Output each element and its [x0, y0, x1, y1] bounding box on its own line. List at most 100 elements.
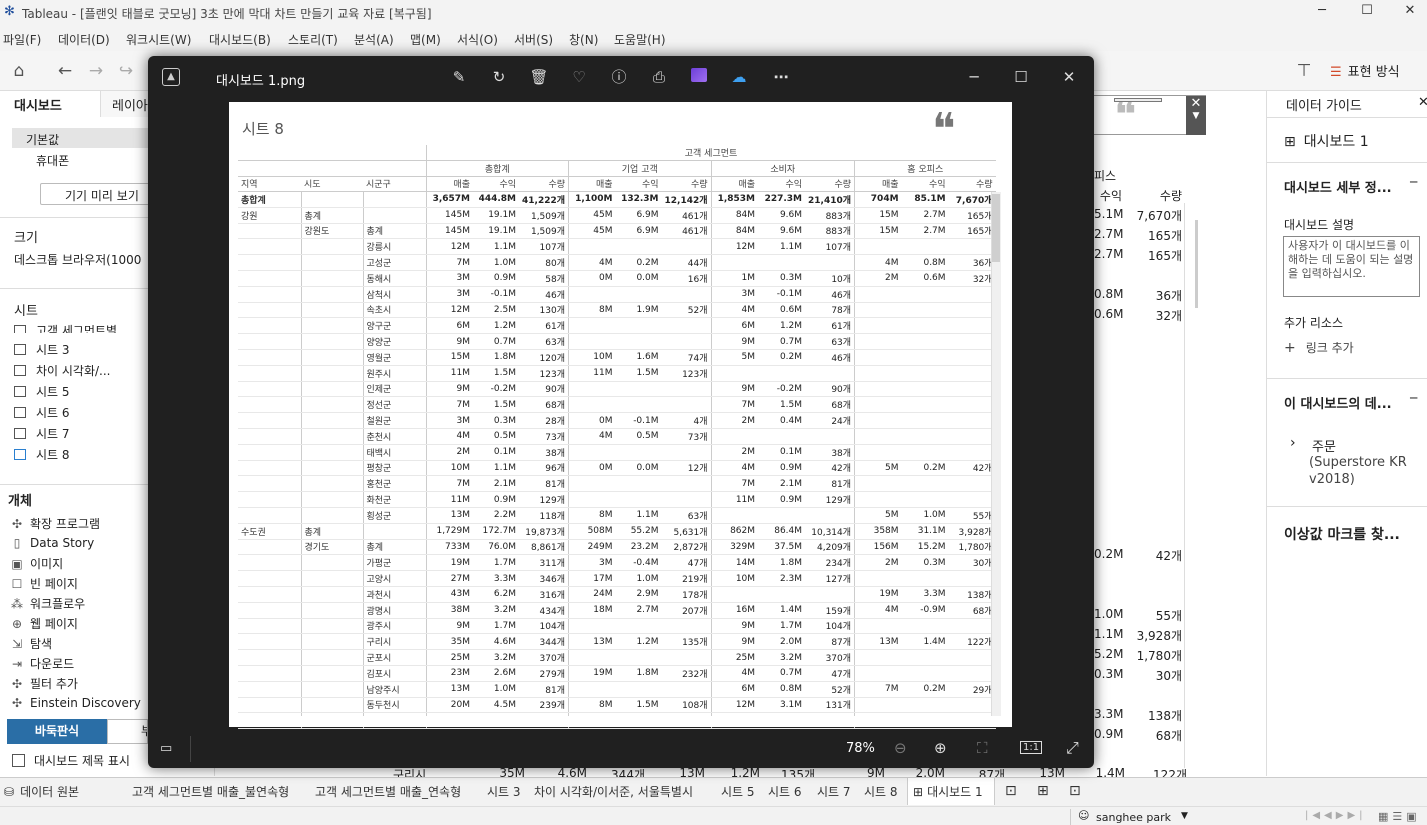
print-icon[interactable]: ⎙	[648, 66, 670, 88]
value-cell: 15M	[425, 349, 473, 366]
zoom-out-icon[interactable]: ⊖	[894, 739, 907, 757]
menu-worksheet[interactable]: 워크시트(W)	[126, 31, 191, 48]
crosstab-scrollbar[interactable]	[991, 192, 1001, 717]
bg-scrollbar[interactable]	[1195, 220, 1198, 308]
rotate-icon[interactable]: ↻	[488, 66, 510, 88]
object-controls[interactable]: ✕ ▼	[1186, 96, 1206, 135]
back-arrow-icon[interactable]: ←	[53, 60, 77, 82]
chevron-right-icon[interactable]: ›	[1290, 435, 1296, 451]
sheet-item[interactable]: 시트 8	[14, 446, 70, 463]
minimize-icon[interactable]: ─	[1310, 3, 1334, 21]
sheet-item[interactable]: 시트 5	[14, 383, 70, 400]
device-default[interactable]: 기본값	[26, 131, 59, 148]
value-cell: 55개	[948, 507, 996, 524]
object-einstein[interactable]: ✣ Einstein Discovery	[10, 696, 141, 710]
highlight-icon[interactable]: ⊤	[1292, 60, 1316, 82]
viewer-close-icon[interactable]: ✕	[1058, 66, 1080, 88]
tab-sheet[interactable]: 시트 5	[721, 783, 755, 800]
sheet-item[interactable]: 시트 7	[14, 425, 70, 442]
maximize-icon[interactable]: ☐	[1355, 3, 1379, 21]
menu-story[interactable]: 스토리(T)	[288, 31, 338, 48]
new-sheet-icon[interactable]: ⊡	[1005, 783, 1017, 799]
tab-sheet[interactable]: 시트 7	[817, 783, 851, 800]
fullscreen-icon[interactable]: ⤢	[1066, 738, 1079, 758]
tab-sheet[interactable]: 고객 세그먼트별 매출_연속형	[315, 783, 461, 800]
delete-icon[interactable]: 🗑	[528, 66, 550, 88]
drag-handle[interactable]	[1114, 98, 1162, 102]
tiled-button[interactable]: 바둑판식	[7, 719, 107, 744]
close-icon[interactable]: ✕	[1186, 96, 1206, 111]
sheet-item[interactable]: 고객 세그먼트별 ...	[14, 322, 132, 333]
tab-sheet[interactable]: 시트 3	[487, 783, 521, 800]
value-cell: 55.2M	[615, 523, 662, 540]
clipchamp-icon[interactable]	[688, 66, 710, 88]
close-icon[interactable]: ✕	[1418, 95, 1427, 110]
object-download[interactable]: ⇥ 다운로드	[10, 655, 74, 672]
tab-dashboard[interactable]: 대시보드	[14, 95, 62, 114]
new-story-icon[interactable]: ⊡	[1069, 783, 1081, 799]
zoom-in-icon[interactable]: ⊕	[934, 739, 947, 757]
object-filter[interactable]: ✣ 필터 추가	[10, 675, 78, 692]
object-data-story[interactable]: ▯ Data Story	[10, 536, 94, 550]
details-heading[interactable]: 대시보드 세부 정...	[1284, 177, 1392, 196]
view-mode-icons[interactable]: ▦☰▣	[1378, 810, 1421, 823]
tab-sheet[interactable]: 차이 시각화/이서준, 서울특별시	[534, 783, 693, 800]
object-extension[interactable]: ✣ 확장 프로그램	[10, 515, 100, 532]
menu-analysis[interactable]: 분석(A)	[354, 31, 394, 48]
sheet-item[interactable]: 시트 6	[14, 404, 70, 421]
collapse-icon[interactable]: ─	[1410, 391, 1417, 405]
tab-sheet[interactable]: 시트 6	[768, 783, 802, 800]
menu-map[interactable]: 맵(M)	[410, 31, 441, 48]
description-textarea[interactable]: 사용자가 이 대시보드를 이해하는 데 도움이 되는 설명을 입력하십시오.	[1283, 236, 1420, 297]
object-image[interactable]: ▣ 이미지	[10, 555, 63, 572]
heart-icon[interactable]: ♡	[568, 66, 590, 88]
scrollbar-thumb[interactable]	[992, 194, 1000, 262]
forward-arrow-icon[interactable]: →	[84, 60, 108, 82]
show-me-button[interactable]: ☰ 표현 방식	[1330, 61, 1400, 80]
object-workflow[interactable]: ⁂ 워크플로우	[10, 595, 85, 612]
collapse-icon[interactable]: ─	[1410, 175, 1417, 189]
data-heading[interactable]: 이 대시보드의 데...	[1284, 393, 1392, 412]
chevron-down-icon[interactable]: ▼	[1186, 111, 1206, 121]
sheet-item[interactable]: 시트 3	[14, 341, 70, 358]
menu-data[interactable]: 데이터(D)	[58, 31, 110, 48]
fit-window-icon[interactable]: ⛶	[977, 739, 988, 757]
info-icon[interactable]: ⓘ	[608, 66, 630, 88]
menu-format[interactable]: 서식(O)	[457, 31, 498, 48]
tab-sheet[interactable]: 고객 세그먼트별 매출_불연속형	[132, 783, 289, 800]
close-icon[interactable]: ✕	[1398, 3, 1422, 21]
redo-icon[interactable]: ↪	[114, 60, 138, 82]
size-dropdown[interactable]: 데스크톱 브라우저(1000	[14, 251, 141, 268]
filmstrip-icon[interactable]: ▭	[160, 741, 172, 756]
add-link-button[interactable]: + 링크 추가	[1284, 339, 1354, 356]
outliers-heading[interactable]: 이상값 마크를 찾...	[1284, 524, 1400, 544]
object-navigation[interactable]: ⇲ 탐색	[10, 635, 52, 652]
object-blank[interactable]: ☐ 빈 페이지	[10, 575, 78, 592]
menu-dashboard[interactable]: 대시보드(B)	[209, 31, 271, 48]
object-web-page[interactable]: ⊕ 웹 페이지	[10, 615, 78, 632]
home-icon[interactable]: ⌂	[7, 60, 31, 82]
gallery-icon[interactable]: ▲	[162, 68, 180, 86]
sheet-item[interactable]: 차이 시각화/...	[14, 362, 111, 379]
new-dashboard-icon[interactable]: ⊞	[1037, 783, 1049, 799]
device-preview-button[interactable]: 기기 미리 보기	[40, 183, 160, 205]
edit-icon[interactable]: ✎	[448, 66, 470, 88]
menu-window[interactable]: 창(N)	[569, 31, 598, 48]
menu-file[interactable]: 파일(F)	[3, 31, 41, 48]
more-icon[interactable]: ⋯	[770, 66, 792, 88]
floating-button[interactable]: 부동	[107, 719, 148, 744]
device-phone[interactable]: 휴대폰	[36, 152, 69, 169]
chevron-down-icon[interactable]: ▼	[1181, 811, 1188, 821]
actual-size-icon[interactable]: 1:1	[1020, 741, 1043, 754]
tab-dashboard-1[interactable]: ⊞ 대시보드 1	[913, 783, 983, 800]
tab-data-source[interactable]: ⛁ 데이터 원본	[4, 783, 79, 800]
source-name[interactable]: 주문	[1312, 436, 1336, 455]
viewer-maximize-icon[interactable]: ☐	[1010, 66, 1032, 88]
show-title-checkbox[interactable]	[12, 754, 25, 767]
onedrive-off-icon[interactable]: ☁	[728, 66, 750, 88]
menu-help[interactable]: 도움말(H)	[614, 31, 666, 48]
page-nav-icons[interactable]: |◀◀▶▶|	[1305, 810, 1367, 821]
menu-server[interactable]: 서버(S)	[514, 31, 553, 48]
viewer-minimize-icon[interactable]: ─	[963, 66, 985, 88]
tab-sheet[interactable]: 시트 8	[864, 783, 898, 800]
